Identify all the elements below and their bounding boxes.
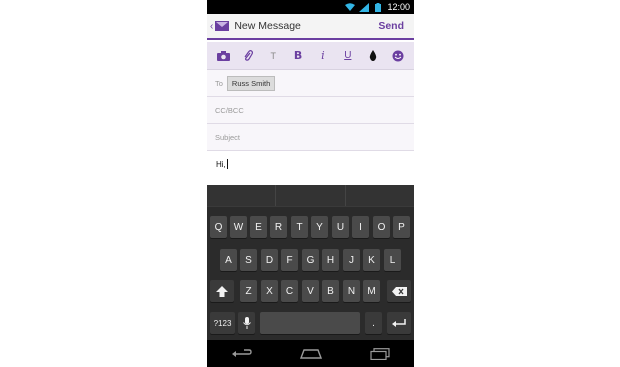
to-field[interactable]: To Russ Smith (207, 70, 414, 97)
text-cursor (226, 159, 228, 169)
mail-icon (215, 21, 230, 31)
key-z[interactable]: Z (240, 280, 257, 302)
key-h[interactable]: H (322, 249, 339, 271)
message-body[interactable]: Hi, (207, 151, 414, 185)
microphone-icon (242, 317, 251, 329)
key-x[interactable]: X (261, 280, 278, 302)
bold-icon[interactable]: B (289, 47, 307, 65)
key-t[interactable]: T (291, 216, 308, 238)
period-key[interactable]: . (365, 312, 382, 334)
chevron-left-icon: ‹ (210, 20, 214, 32)
up-button[interactable]: ‹ (207, 14, 230, 38)
suggestion-strip (207, 185, 414, 207)
key-w[interactable]: W (230, 216, 247, 238)
keyboard: Q W E R T Y U I O P A S D F G H J K L Z … (207, 185, 414, 340)
wifi-icon (345, 2, 356, 12)
suggestion-slot[interactable] (207, 185, 277, 206)
color-drop-icon[interactable] (364, 47, 382, 65)
key-i[interactable]: I (352, 216, 369, 238)
key-l[interactable]: L (384, 249, 401, 271)
back-icon (231, 348, 252, 357)
signal-icon (359, 2, 370, 12)
key-s[interactable]: S (240, 249, 257, 271)
send-button[interactable]: Send (378, 20, 414, 32)
phone-screen: 12:00 ‹ New Message Send T B i U To Russ… (207, 0, 414, 367)
shift-key[interactable] (210, 280, 234, 302)
nav-recents-button[interactable] (365, 344, 395, 364)
recents-icon (369, 347, 390, 360)
symbols-key[interactable]: ?123 (210, 312, 235, 334)
key-q[interactable]: Q (210, 216, 227, 238)
italic-icon[interactable]: i (314, 47, 332, 65)
key-m[interactable]: M (363, 280, 380, 302)
key-c[interactable]: C (281, 280, 298, 302)
key-j[interactable]: J (343, 249, 360, 271)
voice-key[interactable] (238, 312, 255, 334)
format-toolbar: T B i U (207, 42, 414, 70)
key-p[interactable]: P (393, 216, 410, 238)
cc-bcc-placeholder: CC/BCC (215, 105, 244, 115)
camera-icon[interactable] (214, 47, 232, 65)
key-u[interactable]: U (332, 216, 349, 238)
subject-placeholder: Subject (215, 132, 241, 142)
key-e[interactable]: E (250, 216, 267, 238)
recipient-chip[interactable]: Russ Smith (226, 75, 276, 91)
backspace-key[interactable] (387, 280, 411, 302)
status-bar: 12:00 (207, 0, 414, 14)
key-v[interactable]: V (302, 280, 319, 302)
backspace-icon (391, 286, 407, 296)
paperclip-icon[interactable] (239, 47, 257, 65)
suggestion-slot[interactable] (346, 185, 414, 206)
key-g[interactable]: G (302, 249, 319, 271)
key-r[interactable]: R (270, 216, 287, 238)
subject-field[interactable]: Subject (207, 124, 414, 151)
key-n[interactable]: N (343, 280, 360, 302)
battery-icon (373, 2, 383, 12)
to-label: To (215, 78, 223, 88)
underline-icon[interactable]: U (339, 47, 357, 65)
key-o[interactable]: O (373, 216, 390, 238)
key-f[interactable]: F (281, 249, 298, 271)
navigation-bar (207, 340, 414, 367)
key-d[interactable]: D (261, 249, 278, 271)
key-b[interactable]: B (322, 280, 339, 302)
nav-back-button[interactable] (227, 344, 257, 364)
shift-icon (216, 285, 228, 297)
nav-home-button[interactable] (296, 344, 326, 364)
message-body-text: Hi, (216, 160, 226, 169)
font-size-icon[interactable]: T (264, 47, 282, 65)
suggestion-slot[interactable] (276, 185, 346, 206)
home-icon (299, 348, 322, 359)
key-a[interactable]: A (220, 249, 237, 271)
space-key[interactable] (260, 312, 360, 334)
smiley-icon[interactable] (389, 47, 407, 65)
app-bar: ‹ New Message Send (207, 14, 414, 40)
key-k[interactable]: K (363, 249, 380, 271)
screen-title: New Message (234, 20, 301, 32)
cc-bcc-field[interactable]: CC/BCC (207, 97, 414, 124)
clock: 12:00 (387, 2, 410, 12)
key-y[interactable]: Y (311, 216, 328, 238)
enter-key[interactable] (387, 312, 411, 334)
enter-icon (392, 318, 406, 327)
